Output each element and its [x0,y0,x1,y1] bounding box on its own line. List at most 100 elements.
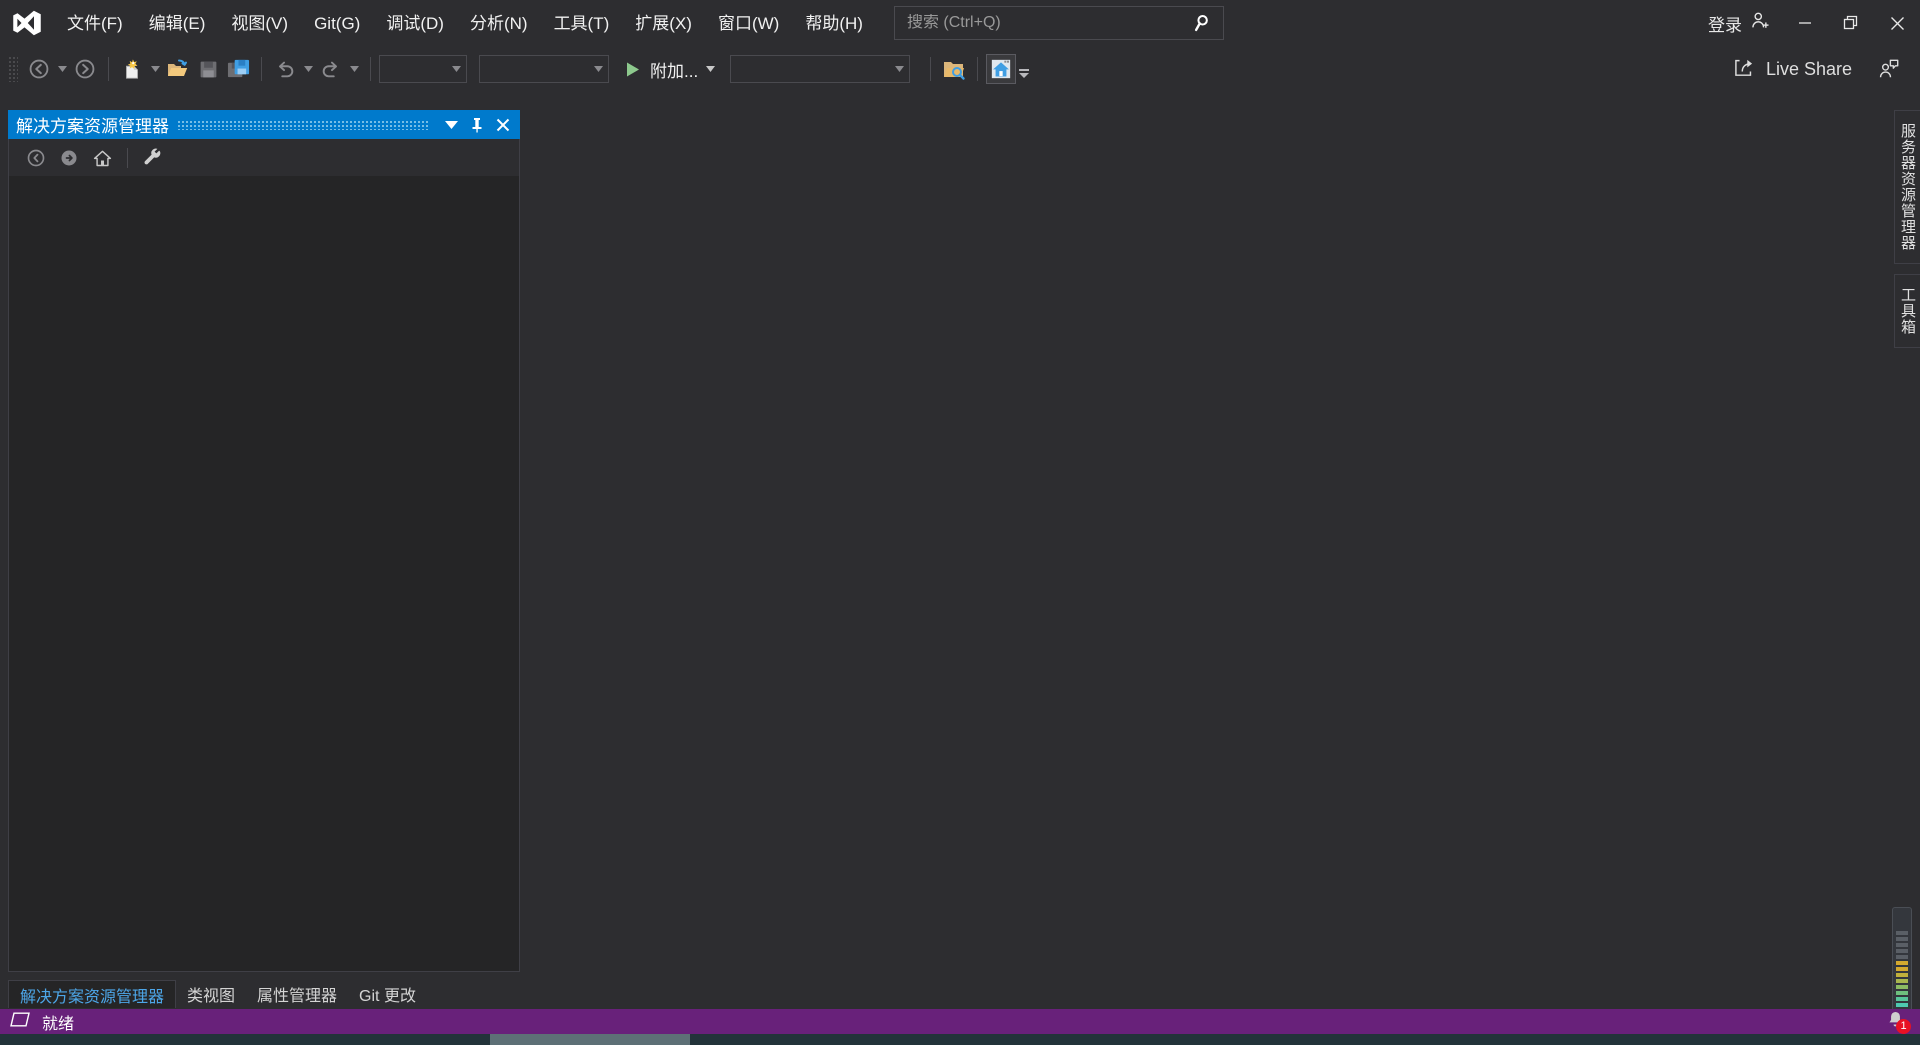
attach-dropdown-icon[interactable] [702,53,718,85]
dock-tab-label: 解决方案资源管理器 [20,988,165,1006]
dock-tab-strip: 解决方案资源管理器 类视图 属性管理器 Git 更改 [8,980,427,1008]
save-icon[interactable] [193,53,223,85]
menu-item-analyze[interactable]: 分析(N) [457,0,541,46]
notification-bell-button[interactable]: 1 [1878,1009,1912,1034]
undo-dropdown-icon[interactable] [300,53,316,85]
menu-item-edit[interactable]: 编辑(E) [136,0,219,46]
dock-tab-property-manager[interactable]: 属性管理器 [246,980,348,1008]
dock-tab-class-view[interactable]: 类视图 [176,980,246,1008]
new-file-icon[interactable] [117,53,147,85]
navigate-back-icon[interactable] [24,53,54,85]
search-icon[interactable] [1193,12,1215,34]
restore-button[interactable] [1828,0,1874,46]
solution-explorer-title-bar[interactable]: 解决方案资源管理器 [8,110,520,139]
solution-explorer-content[interactable] [8,176,520,972]
menu-label: 窗口(W) [717,13,780,33]
forward-circle-icon[interactable] [54,144,84,172]
menu-item-git[interactable]: Git(G) [301,0,373,46]
vtab-label: 工具箱 [1899,287,1916,335]
share-icon [1734,57,1756,82]
debug-target-combo[interactable] [730,55,911,83]
toolbar-separator [261,57,262,81]
solution-platform-combo[interactable] [479,55,609,83]
back-circle-icon[interactable] [21,144,51,172]
live-share-button[interactable]: Live Share [1726,46,1860,92]
chevron-down-icon[interactable] [438,112,464,138]
dock-tab-label: Git 更改 [359,988,416,1005]
window-right-controls: 登录 [1698,0,1920,46]
close-icon[interactable] [490,112,516,138]
menu-item-window[interactable]: 窗口(W) [705,0,792,46]
visual-studio-logo-icon [0,0,54,46]
menu-label: 帮助(H) [805,13,863,33]
menu-item-debug[interactable]: 调试(D) [373,0,457,46]
menu-item-extensions[interactable]: 扩展(X) [622,0,705,46]
dock-tab-git-changes[interactable]: Git 更改 [348,980,427,1008]
pin-icon[interactable] [464,112,490,138]
menu-bar: 文件(F) 编辑(E) 视图(V) Git(G) 调试(D) 分析(N) 工具(… [54,0,876,46]
toolbar-separator [370,57,371,81]
sign-in-label: 登录 [1708,15,1742,35]
build-status-icon [10,1012,30,1032]
minimize-button[interactable] [1782,0,1828,46]
menu-label: 工具(T) [553,13,610,33]
taskbar-active-segment [490,1034,690,1045]
panel-drag-handle[interactable] [177,119,430,130]
sidebar-item-toolbox[interactable]: 工具箱 [1894,274,1920,348]
folder-search-icon[interactable] [939,53,969,85]
menu-label: 编辑(E) [148,13,206,33]
toolbar-separator [108,57,109,81]
sidebar-item-server-explorer[interactable]: 服务器资源管理器 [1894,110,1920,264]
status-bar-left: 就绪 [10,1010,74,1034]
menu-item-file[interactable]: 文件(F) [54,0,136,46]
editor-workspace: 解决方案资源管理器 解决方案资源管理器 类视图 属性管理器 Git 更改 服务器… [0,92,1920,1017]
right-auto-hide-tab-strip: 服务器资源管理器 工具箱 [1894,110,1920,358]
solution-explorer-panel: 解决方案资源管理器 [8,110,520,972]
menu-label: Git(G) [314,13,361,33]
menu-label: 调试(D) [386,13,444,33]
vtab-label: 服务器资源管理器 [1899,123,1916,251]
os-taskbar-strip [0,1034,1920,1045]
new-file-dropdown-icon[interactable] [147,53,163,85]
dock-tab-solution-explorer[interactable]: 解决方案资源管理器 [8,980,177,1008]
menu-label: 文件(F) [67,13,123,33]
toolbar-drag-grip[interactable] [8,56,18,82]
feedback-person-icon[interactable] [1868,46,1910,92]
status-bar-right: 1 [1878,1009,1912,1034]
search-input[interactable] [906,14,1193,32]
solution-configuration-combo[interactable] [379,55,467,83]
toolbar-separator [930,57,932,81]
toolbar-overflow-icon[interactable] [1016,53,1032,85]
dock-tab-label: 属性管理器 [257,988,338,1005]
menu-label: 扩展(X) [635,13,692,33]
run-play-icon [627,62,639,76]
attach-button[interactable]: 附加... [621,53,702,85]
menu-label: 视图(V) [231,13,289,33]
navigate-forward-icon[interactable] [70,53,100,85]
sign-in-button[interactable]: 登录 [1698,0,1782,46]
global-search-box[interactable] [893,6,1224,40]
redo-dropdown-icon[interactable] [346,53,362,85]
person-add-icon [1750,10,1772,37]
level-gauge-widget[interactable] [1892,907,1912,1017]
status-text: 就绪 [42,1015,75,1033]
standard-toolbar: 附加... Live Share [0,46,1920,92]
home-start-page-icon[interactable] [986,54,1017,84]
menu-label: 分析(N) [469,13,528,33]
toolbar-separator [127,147,128,168]
menu-item-tools[interactable]: 工具(T) [541,0,623,46]
open-folder-icon[interactable] [163,53,193,85]
menu-item-help[interactable]: 帮助(H) [792,0,876,46]
live-share-label: Live Share [1765,58,1852,79]
wrench-icon[interactable] [138,144,168,172]
dock-tab-label: 类视图 [187,988,236,1005]
toolbar-separator [977,57,979,81]
undo-icon[interactable] [270,53,300,85]
title-bar: 文件(F) 编辑(E) 视图(V) Git(G) 调试(D) 分析(N) 工具(… [0,0,1920,46]
menu-item-view[interactable]: 视图(V) [218,0,301,46]
home-icon[interactable] [87,144,117,172]
close-button[interactable] [1874,0,1920,46]
save-all-icon[interactable] [223,53,253,85]
redo-icon[interactable] [316,53,346,85]
navigate-back-dropdown-icon[interactable] [54,53,70,85]
